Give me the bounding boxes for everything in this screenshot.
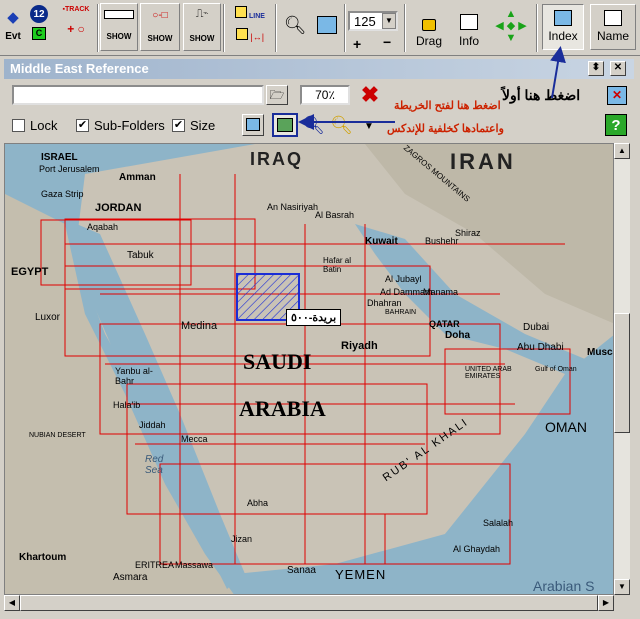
vertical-scroll-thumb[interactable] — [614, 313, 630, 433]
map-label-bahrain: BAHRAIN — [385, 309, 417, 316]
selected-tile-label: بريدة-٥٠٠ — [286, 309, 342, 326]
map-label-aqaba: Aqabah — [87, 222, 119, 232]
map-label-hafar: Hafar al Batin — [323, 256, 352, 274]
map-label-oman: OMAN — [545, 419, 587, 435]
map-label-gulf-of-oman: Gulf of Oman — [535, 366, 577, 373]
map-label-luxor: Luxor — [35, 312, 61, 323]
map-label-yemen: YEMEN — [335, 567, 387, 582]
map-label-iran: IRAN — [450, 149, 516, 174]
map-label-riyadh: Riyadh — [341, 340, 378, 352]
map-label-tabuk: Tabuk — [127, 250, 154, 261]
horizontal-scroll-thumb[interactable] — [20, 595, 598, 611]
map-label-port-jerusalem: Port Jerusalem — [39, 164, 100, 174]
map-label-jizan: Jizan — [231, 534, 253, 544]
map-label-asmara: Asmara — [113, 572, 148, 583]
map-label-khartoum: Khartoum — [19, 552, 67, 563]
map-label-al-basrah: Al Basrah — [315, 210, 355, 220]
scroll-left-button[interactable]: ◀ — [4, 595, 20, 611]
map-label-saudi: SAUDI — [243, 349, 312, 374]
map-label-arabian-sea: Arabian S — [533, 578, 595, 594]
map-label-jordan: JORDAN — [95, 202, 142, 214]
map-label-amman: Amman — [119, 172, 156, 183]
map-label-salalah: Salalah — [483, 518, 514, 528]
map-label-uae: UNITED ARAB EMIRATES — [465, 366, 512, 380]
map-label-eritrea: ERITREA — [135, 560, 175, 570]
map-label-al-jubayl: Al Jubayl — [385, 274, 422, 284]
map-label-dhahran: Dhahran — [367, 298, 402, 308]
map-label-arabia: ARABIA — [239, 396, 326, 421]
map-label-mecca: Mecca — [181, 434, 208, 444]
map-label-an-nasiriyah: An Nasiriyah — [267, 202, 319, 212]
map-label-bushehr: Bushehr — [425, 236, 459, 246]
map-label-massawa: Massawa — [175, 560, 214, 570]
scroll-down-button[interactable]: ▼ — [614, 579, 630, 595]
map-view[interactable]: IRAQ IRAN ISRAEL Port Jerusalem Amman Ga… — [4, 143, 614, 595]
horizontal-scrollbar[interactable]: ◀ ▶ — [4, 595, 614, 611]
map-label-iraq: IRAQ — [250, 149, 303, 169]
map-label-gaza: Gaza Strip — [41, 189, 84, 199]
map-label-abu-dhabi: Abu Dhabi — [517, 342, 564, 353]
map-label-abha: Abha — [247, 498, 269, 508]
map-label-qatar: QATAR — [429, 319, 460, 329]
map-label-doha: Doha — [445, 330, 470, 341]
map-label-shiraz: Shiraz — [455, 228, 481, 238]
map-label-manama: Manama — [423, 287, 459, 297]
map-label-kuwait: Kuwait — [365, 236, 398, 247]
map-label-sanaa: Sanaa — [287, 565, 316, 576]
map-label-yanbu: Yanbu al-Bahr — [115, 366, 153, 386]
arrow-to-index — [550, 46, 566, 99]
vertical-scrollbar[interactable]: ▲ ▼ — [614, 143, 630, 595]
map-label-al-ghaydah: Al Ghaydah — [453, 544, 501, 554]
map-label-egypt: EGYPT — [11, 266, 49, 278]
map-label-red-sea: Red Sea — [145, 454, 164, 476]
scroll-up-button[interactable]: ▲ — [614, 143, 630, 159]
map-label-muscat: Muscat — [587, 347, 613, 358]
map-label-jiddah: Jiddah — [139, 420, 166, 430]
map-label-medina: Medina — [181, 320, 218, 332]
map-label-dubai: Dubai — [523, 322, 550, 333]
map-label-nubian: NUBIAN DESERT — [29, 432, 86, 439]
map-label-israel: ISRAEL — [41, 152, 78, 163]
scroll-right-button[interactable]: ▶ — [598, 595, 614, 611]
map-label-halaib: Hala'ib — [113, 400, 141, 410]
